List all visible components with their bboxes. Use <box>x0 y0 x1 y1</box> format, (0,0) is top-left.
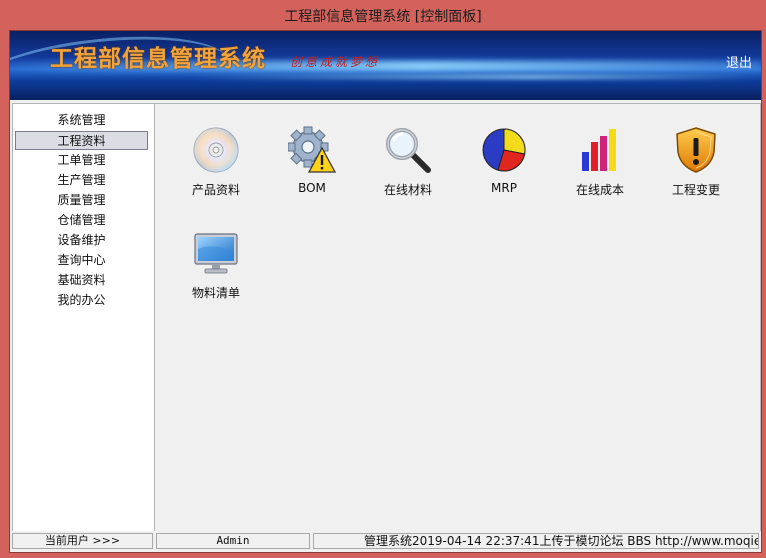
bar-chart-icon <box>582 129 616 171</box>
tile-engineering-change[interactable]: 工程变更 <box>651 126 741 216</box>
status-bar: 当前用户 >>> Admin 管理系统2019-04-14 22:37:41上传… <box>10 531 761 552</box>
sidebar: 系统管理 工程资料 工单管理 生产管理 质量管理 仓储管理 设备维护 查询中心 … <box>12 103 155 532</box>
sidebar-item-equipment[interactable]: 设备维护 <box>15 231 148 250</box>
tile-online-materials[interactable]: 在线材料 <box>363 126 453 216</box>
monitor-icon <box>194 233 238 274</box>
main-panel: 产品资料 BOM 在线材料 MRP 在线成本 工程变更 物料清单 <box>154 103 761 532</box>
app-title: 工程部信息管理系统 <box>50 46 266 72</box>
sidebar-item-quality[interactable]: 质量管理 <box>15 191 148 210</box>
tile-product-data[interactable]: 产品资料 <box>171 126 261 216</box>
sidebar-item-workorder[interactable]: 工单管理 <box>15 151 148 170</box>
pie-chart-icon <box>482 128 526 172</box>
sidebar-item-production[interactable]: 生产管理 <box>15 171 148 190</box>
sidebar-item-basedata[interactable]: 基础资料 <box>15 271 148 290</box>
app-window: 工程部信息管理系统 创意成就梦想 退出 系统管理 工程资料 工单管理 生产管理 … <box>9 30 762 553</box>
tile-bom-list[interactable]: 物料清单 <box>171 229 261 319</box>
tile-label: 工程变更 <box>671 183 720 197</box>
status-version-text: 管理系统2019-04-14 22:37:41上传于模切论坛 BBS http:… <box>313 533 759 549</box>
status-user-name: Admin <box>156 533 310 549</box>
tile-label: 在线成本 <box>575 183 624 197</box>
tile-bom[interactable]: BOM <box>267 126 357 216</box>
magnifier-icon <box>386 128 431 173</box>
banner-light-streak-2 <box>190 75 760 79</box>
gear-warning-icon <box>288 126 336 173</box>
window-title: 工程部信息管理系统 [控制面板] <box>284 8 482 25</box>
slogan: 创意成就梦想 <box>290 55 381 69</box>
tile-label: BOM <box>298 181 326 195</box>
status-user-label: 当前用户 >>> <box>12 533 153 549</box>
header-banner: 工程部信息管理系统 创意成就梦想 退出 <box>10 31 761 100</box>
tile-online-cost[interactable]: 在线成本 <box>555 126 645 216</box>
cd-disc-icon <box>193 127 239 173</box>
tile-label: 物料清单 <box>191 286 240 300</box>
sidebar-item-engineering[interactable]: 工程资料 <box>15 131 148 150</box>
tile-mrp[interactable]: MRP <box>459 126 549 216</box>
tile-label: MRP <box>491 181 517 195</box>
sidebar-item-office[interactable]: 我的办公 <box>15 291 148 310</box>
tile-label: 在线材料 <box>383 183 432 197</box>
sidebar-item-system[interactable]: 系统管理 <box>15 111 148 130</box>
shield-warning-icon <box>676 127 716 173</box>
logout-link[interactable]: 退出 <box>726 52 752 71</box>
tile-label: 产品资料 <box>191 183 240 197</box>
window-titlebar: 工程部信息管理系统 [控制面板] <box>0 0 766 31</box>
sidebar-item-query[interactable]: 查询中心 <box>15 251 148 270</box>
sidebar-item-warehouse[interactable]: 仓储管理 <box>15 211 148 230</box>
